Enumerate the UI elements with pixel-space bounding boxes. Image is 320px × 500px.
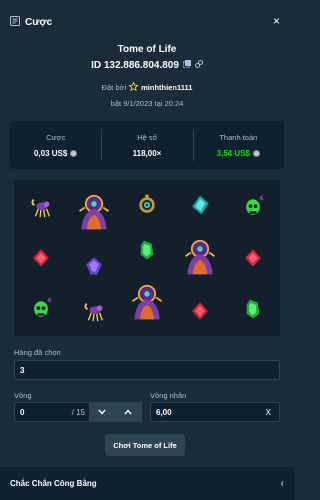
reel-column [68, 182, 120, 334]
reel-column [16, 182, 67, 334]
stat-bet-value: 0,03 US$ [33, 148, 68, 158]
wizard-wild-icon [125, 281, 169, 325]
modal-title: Cược [10, 15, 53, 29]
lines-field[interactable]: 3 [14, 360, 280, 380]
coin-icon [253, 149, 260, 157]
username[interactable]: minhthien1111 [141, 83, 192, 92]
chevron-down-icon[interactable] [89, 403, 115, 421]
stat-label: Hệ số [137, 132, 157, 142]
spins-total: / 15 [71, 407, 85, 417]
placed-by-row: Đặt bởi minhthien1111 [0, 81, 294, 93]
stat-value: 118,00× [133, 149, 162, 158]
stat-value: 3,54 US$ [217, 149, 260, 158]
multiplier-suffix: X [265, 407, 271, 417]
green-skull-icon [27, 295, 55, 323]
purple-gem-icon [80, 252, 108, 280]
play-game-button[interactable]: Chơi Tome of Life [105, 434, 185, 456]
stat-label: Cược [46, 132, 66, 142]
bet-id-row: ID 132.886.804.809 [0, 60, 294, 71]
red-gem-icon [186, 297, 214, 325]
multiplier-input[interactable]: 6,00 X [151, 403, 279, 421]
reel-column [227, 182, 278, 334]
red-gem-icon [239, 244, 267, 272]
stat-payout-value: 3,54 US$ [216, 148, 250, 158]
game-name[interactable]: Tome of Life [0, 44, 294, 55]
teal-gem-icon [186, 191, 214, 219]
spins-value: 0 [20, 407, 25, 417]
multiplier-field[interactable]: 6,00 X [150, 402, 280, 422]
coin-icon [70, 149, 78, 157]
spins-field[interactable]: 0 / 15 [14, 402, 142, 422]
modal-header: Cược × [0, 0, 294, 44]
chevron-left-icon[interactable]: ‹ [281, 478, 284, 489]
provably-fair-label: Chắc Chắn Công Bằng [10, 479, 97, 488]
close-icon[interactable]: × [273, 15, 280, 27]
star-icon [128, 81, 139, 93]
slot-board [14, 180, 280, 336]
link-icon[interactable] [194, 60, 203, 71]
green-gem-icon [239, 295, 267, 323]
stat-multiplier-value: 118,00× [132, 148, 162, 158]
green-gem-icon [133, 236, 161, 264]
placed-by-label: Đặt bởi [101, 83, 127, 92]
stat-multiplier: Hệ số 118,00× [101, 121, 192, 169]
multiplier-value: 6,00 [156, 407, 172, 417]
scorpion-icon [80, 297, 108, 325]
eye-amulet-icon [133, 191, 161, 219]
stat-payout: Thanh toán 3,54 US$ [192, 121, 284, 169]
bet-id: ID 132.886.804.809 [91, 60, 179, 71]
spins-input[interactable]: 0 / 15 [15, 403, 89, 421]
chevron-up-icon[interactable] [115, 403, 141, 421]
lines-label: Hàng đã chọn [14, 348, 61, 357]
stat-value: 0,03 US$ [33, 148, 78, 158]
reel-column [121, 182, 173, 334]
red-gem-icon [27, 244, 55, 272]
reel-column [174, 182, 226, 334]
stat-label: Thanh toán [219, 132, 258, 142]
receipt-icon [10, 15, 20, 29]
green-skull-icon [239, 193, 267, 221]
lines-value[interactable]: 3 [15, 361, 279, 379]
multiplier-label: Vòng nhân [150, 391, 187, 400]
copy-icon[interactable] [182, 60, 191, 71]
provably-fair-section[interactable]: Chắc Chắn Công Bằng ‹ [0, 467, 294, 500]
bet-date: bật 9/1/2023 tại 20:24 [110, 99, 184, 108]
wizard-wild-icon [178, 236, 222, 280]
stats-panel: Cược 0,03 US$ Hệ số 118,00× Thanh toán 3… [10, 121, 284, 169]
modal-title-text: Cược [25, 16, 53, 28]
stat-bet: Cược 0,03 US$ [10, 121, 101, 169]
wizard-wild-icon [72, 191, 116, 235]
spins-label: Vòng [14, 391, 32, 400]
scorpion-icon [27, 193, 55, 221]
